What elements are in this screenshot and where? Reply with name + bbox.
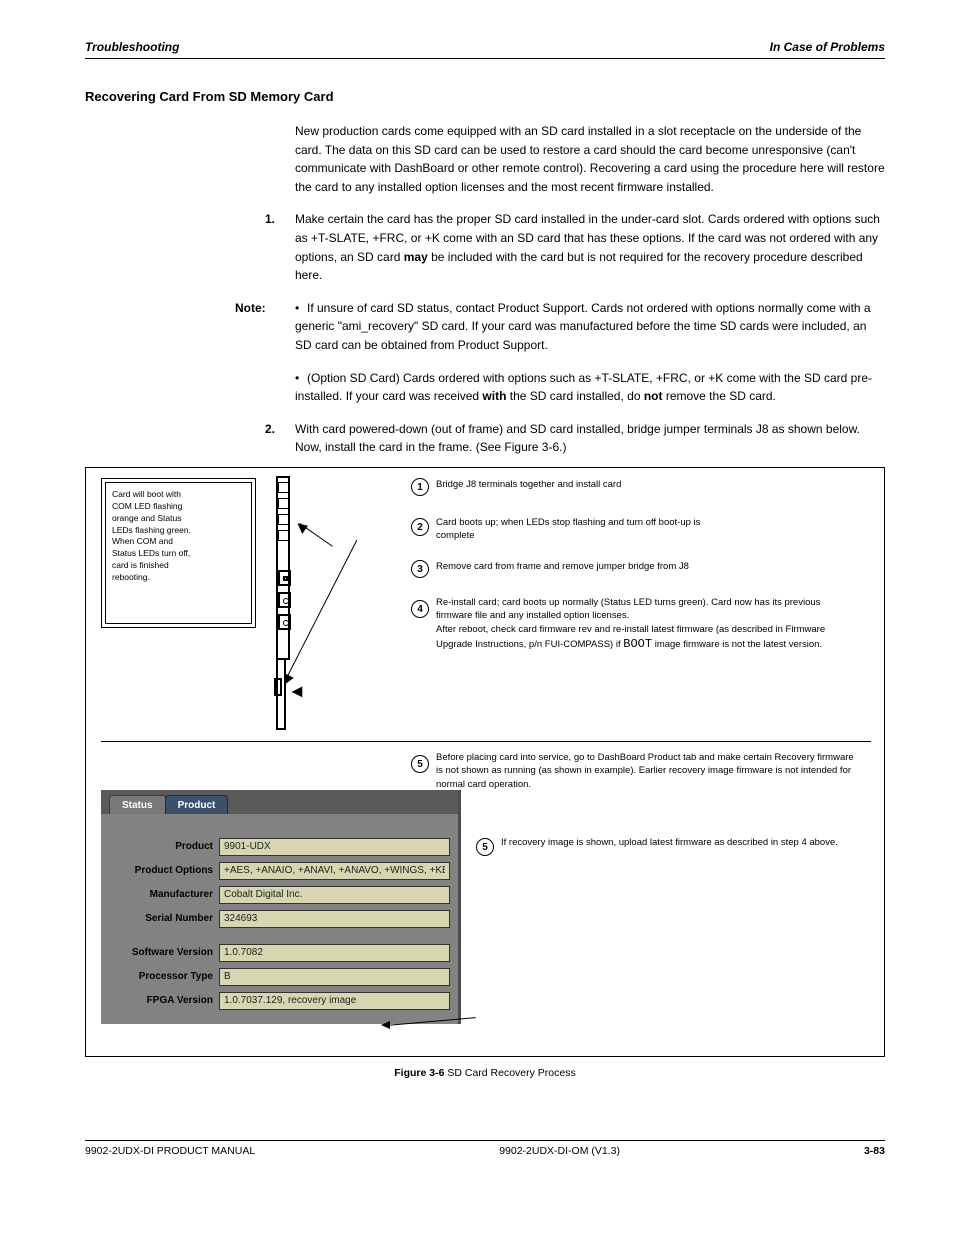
page-footer: 9902-2UDX-DI PRODUCT MANUAL 9902-2UDX-DI… [85, 1140, 885, 1157]
j8-arrow-icon: ◄ [288, 681, 306, 702]
pcb-diagram: ◄ [276, 476, 304, 731]
step-1-text: Make certain the card has the proper SD … [295, 210, 885, 284]
card-note-box: Card will boot with COM LED flashing ora… [101, 478, 256, 628]
manufacturer-label: Manufacturer [109, 889, 219, 900]
options-label: Product Options [109, 865, 219, 876]
header-section: Troubleshooting [85, 40, 179, 54]
section-heading: Recovering Card From SD Memory Card [85, 89, 885, 104]
step-1-marker: 1 [411, 478, 429, 496]
arrow-icon [381, 1021, 390, 1029]
step-5b-marker: 5 [476, 838, 494, 856]
step-3-marker: 3 [411, 560, 429, 578]
paragraph-intro: New production cards come equipped with … [295, 122, 885, 196]
list-number-2: 2. [265, 420, 295, 457]
step-4-marker: 4 [411, 600, 429, 618]
proc-field[interactable] [219, 968, 450, 986]
step-2-text: With card powered-down (out of frame) an… [295, 420, 885, 457]
note-2: •(Option SD Card) Cards ordered with opt… [295, 369, 885, 406]
swver-field[interactable] [219, 944, 450, 962]
footer-right: 3-83 [864, 1145, 885, 1157]
fpga-field[interactable] [219, 992, 450, 1010]
step-2-label: Card boots up; when LEDs stop flashing a… [436, 516, 726, 543]
figure-box: Card will boot with COM LED flashing ora… [85, 467, 885, 1057]
step-2-marker: 2 [411, 518, 429, 536]
header-topic: In Case of Problems [770, 40, 885, 54]
product-label: Product [109, 841, 219, 852]
step-5a-marker: 5 [411, 755, 429, 773]
tab-status[interactable]: Status [109, 795, 166, 814]
figure-caption: Figure 3-6 SD Card Recovery Process [85, 1067, 885, 1079]
proc-label: Processor Type [109, 971, 219, 982]
figure-divider [101, 741, 871, 742]
manufacturer-field[interactable] [219, 886, 450, 904]
options-field[interactable] [219, 862, 450, 880]
step-4-label: Re-install card; card boots up normally … [436, 596, 856, 653]
note-label: Note: [235, 299, 295, 355]
tab-product[interactable]: Product [165, 795, 229, 814]
note-1: •If unsure of card SD status, contact Pr… [295, 299, 885, 355]
serial-label: Serial Number [109, 913, 219, 924]
list-number-1: 1. [265, 210, 295, 284]
footer-left: 9902-2UDX-DI PRODUCT MANUAL [85, 1145, 255, 1157]
fpga-label: FPGA Version [109, 995, 219, 1006]
step-5b-label: If recovery image is shown, upload lates… [501, 836, 861, 849]
tab-bar: Status Product [101, 790, 458, 814]
step-5a-label: Before placing card into service, go to … [436, 751, 856, 791]
footer-center: 9902-2UDX-DI-OM (V1.3) [499, 1145, 620, 1157]
step-1-label: Bridge J8 terminals together and install… [436, 478, 696, 491]
serial-field[interactable] [219, 910, 450, 928]
header-rule [85, 58, 885, 59]
step-3-label: Remove card from frame and remove jumper… [436, 560, 736, 573]
product-field[interactable] [219, 838, 450, 856]
swver-label: Software Version [109, 947, 219, 958]
product-panel: Status Product Product Product Options M… [101, 790, 461, 1024]
